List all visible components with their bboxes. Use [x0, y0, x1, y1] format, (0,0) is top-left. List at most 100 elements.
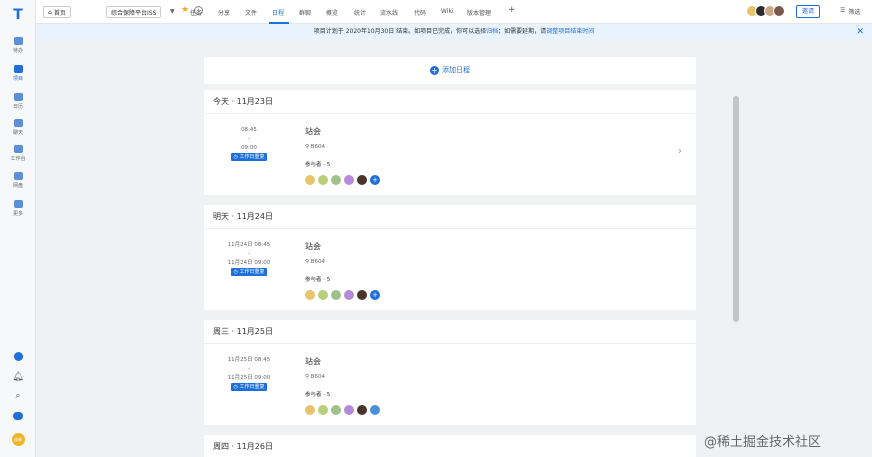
avatar [305, 405, 315, 415]
participant-avatars: + [305, 290, 380, 300]
project-icon [13, 65, 23, 73]
day-card: 周三 · 11月25日 11月25日 08:45 - 11月25日 09:00 … [204, 320, 696, 425]
avatar [331, 405, 341, 415]
avatar [344, 290, 354, 300]
avatar [357, 175, 367, 185]
invite-button[interactable]: 邀请 [796, 5, 820, 18]
archive-link[interactable]: 归档 [486, 28, 498, 35]
avatar [331, 290, 341, 300]
filter-icon: ☰ [840, 7, 846, 14]
home-button[interactable]: ⌂ 首页 [43, 6, 71, 18]
avatar [318, 290, 328, 300]
member-avatars[interactable] [746, 5, 785, 17]
workbench-icon [13, 145, 23, 153]
avatar [318, 175, 328, 185]
avatar [357, 405, 367, 415]
add-participant-icon[interactable]: + [370, 175, 380, 185]
project-selector[interactable]: 综合保障平台ISS [106, 6, 162, 18]
sidebar-item-drive[interactable]: 网盘 [0, 172, 36, 189]
tab-share[interactable]: 分享 [218, 8, 230, 17]
tab-files[interactable]: 文件 [245, 8, 257, 17]
day-header: 周三 · 11月25日 [204, 320, 696, 344]
sidebar-item-todo[interactable]: 待办 [0, 37, 36, 54]
avatar [344, 175, 354, 185]
tab-overview[interactable]: 概览 [326, 8, 338, 17]
search-icon[interactable]: ⌕ [11, 389, 25, 403]
event-participants: 参与者 · 5 [305, 162, 331, 168]
event-participants: 参与者 · 5 [305, 392, 331, 398]
drive-icon [13, 172, 23, 180]
event-location: ⚲ B604 [305, 259, 326, 265]
todo-icon [13, 37, 23, 45]
tab-pipeline[interactable]: 流水线 [380, 8, 398, 17]
event-time: 11月25日 08:45 - 11月25日 09:00 ◷ 工作日重复 [227, 357, 271, 391]
location-pin-icon: ⚲ [305, 144, 310, 150]
sidebar-item-workbench[interactable]: 工作台 [0, 145, 36, 162]
repeat-badge: ◷ 工作日重复 [230, 153, 268, 161]
chat-icon [13, 119, 23, 127]
calendar-icon [13, 93, 23, 101]
sidebar-item-more[interactable]: 更多 [0, 200, 36, 217]
repeat-badge: ◷ 工作日重复 [230, 383, 268, 391]
help-icon[interactable] [11, 349, 25, 363]
chevron-right-icon[interactable]: › [678, 146, 682, 157]
tab-schedule[interactable]: 日程 [272, 8, 284, 17]
event-participants: 参与者 · 5 [305, 277, 331, 283]
participant-avatars: + [305, 175, 380, 185]
tab-group-chat[interactable]: 群聊 [299, 8, 311, 17]
close-icon[interactable]: ✕ [856, 24, 864, 40]
filter-button[interactable]: ☰ 筛选 [840, 7, 860, 16]
add-participant-icon[interactable]: + [370, 290, 380, 300]
day-card: 今天 · 11月23日 08:45 - 09:00 ◷ 工作日重复 站会 ⚲ B… [204, 90, 696, 195]
repeat-badge: ◷ 工作日重复 [230, 268, 268, 276]
user-avatar[interactable]: 成林 [11, 432, 25, 446]
day-card: 明天 · 11月24日 11月24日 08:45 - 11月24日 09:00 … [204, 205, 696, 310]
event-location: ⚲ B604 [305, 374, 326, 380]
watermark: @稀土掘金技术社区 [704, 435, 822, 450]
event-title: 站会 [305, 357, 321, 366]
sidebar-item-calendar[interactable]: 日历 [0, 93, 36, 110]
event-time: 08:45 - 09:00 ◷ 工作日重复 [214, 126, 284, 162]
tab-statistics[interactable]: 统计 [354, 8, 366, 17]
avatar [773, 5, 785, 17]
avatar [370, 405, 380, 415]
avatar [357, 290, 367, 300]
tab-version[interactable]: 版本管理 [467, 8, 491, 17]
bell-icon[interactable]: 🔔︎ [11, 370, 25, 384]
day-header: 今天 · 11月23日 [204, 90, 696, 114]
add-schedule-button[interactable]: + 添加日程 [204, 57, 696, 84]
app-logo[interactable]: T [9, 6, 27, 24]
tab-code[interactable]: 代码 [414, 8, 426, 17]
day-header: 明天 · 11月24日 [204, 205, 696, 229]
sidebar-item-project[interactable]: 项目 [0, 65, 36, 82]
avatar [305, 175, 315, 185]
plus-icon: + [430, 66, 439, 75]
avatar [305, 290, 315, 300]
event-location: ⚲ B604 [305, 144, 326, 150]
project-notice: 项目计划于 2020年10月30日 结束。如项目已完成，你可以选择归档；如需要延… [36, 24, 872, 40]
chevron-down-icon[interactable]: ▼ [170, 8, 175, 15]
home-icon: ⌂ [48, 8, 52, 16]
top-bar: ⌂ 首页 综合保障平台ISS ▼ ★ i 任务 分享 文件 日程 群聊 概览 统计… [36, 0, 872, 24]
scrollbar[interactable] [733, 96, 739, 322]
event-title: 站会 [305, 242, 321, 251]
add-tab-button[interactable]: + [508, 5, 516, 15]
sidebar-item-chat[interactable]: 聊天 [0, 119, 36, 136]
day-header: 周四 · 11月26日 [204, 435, 696, 457]
location-pin-icon: ⚲ [305, 259, 310, 265]
tab-wiki[interactable]: Wiki [441, 8, 454, 15]
location-pin-icon: ⚲ [305, 374, 310, 380]
day-card: 周四 · 11月26日 [204, 435, 696, 457]
event-title: 站会 [305, 127, 321, 136]
star-icon[interactable]: ★ [181, 5, 189, 15]
event-time: 11月24日 08:45 - 11月24日 09:00 ◷ 工作日重复 [227, 242, 271, 276]
assistant-icon[interactable] [11, 409, 25, 423]
more-icon [13, 200, 23, 208]
adjust-end-time-link[interactable]: 调整项目结束时间 [546, 28, 594, 35]
tab-tasks[interactable]: 任务 [190, 8, 202, 17]
avatar [344, 405, 354, 415]
avatar [318, 405, 328, 415]
avatar [331, 175, 341, 185]
sidebar: T 待办 项目 日历 聊天 工作台 网盘 更多 🔔︎ ⌕ 成林 [0, 0, 36, 457]
participant-avatars [305, 405, 380, 415]
